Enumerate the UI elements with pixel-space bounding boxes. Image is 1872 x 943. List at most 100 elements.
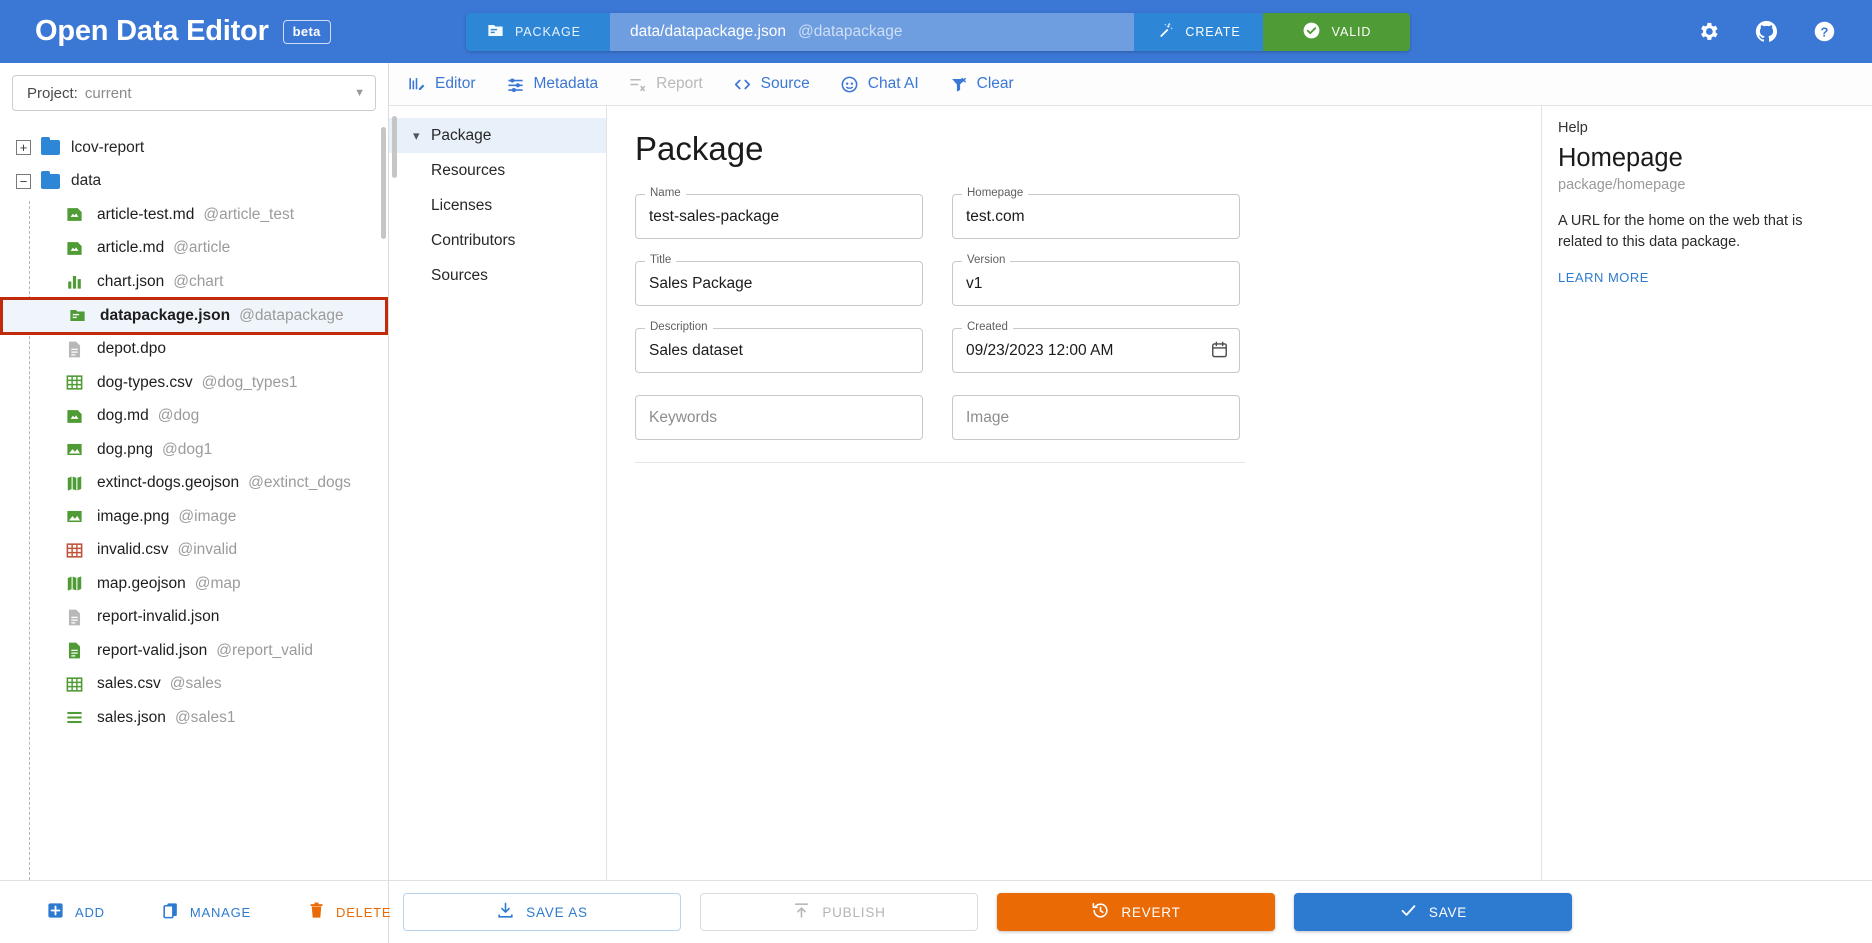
field-name[interactable]: Nametest-sales-package xyxy=(635,194,923,239)
save-button-label: SAVE xyxy=(1429,905,1467,920)
tree-file-name: dog.md xyxy=(97,407,149,425)
field-description[interactable]: DescriptionSales dataset xyxy=(635,328,923,373)
nav-item-label: Sources xyxy=(431,267,488,285)
tree-file-item[interactable]: dog.png@dog1 xyxy=(0,433,388,467)
sidebar-action-add[interactable]: ADD xyxy=(46,901,105,923)
path-field[interactable]: data/datapackage.json @datapackage xyxy=(610,13,1134,51)
nav-item-resources[interactable]: Resources xyxy=(389,153,606,188)
nav-item-label: Package xyxy=(431,127,491,145)
report-icon xyxy=(628,75,647,94)
code-icon xyxy=(733,75,752,94)
file-tree[interactable]: +lcov-report−dataarticle-test.md@article… xyxy=(0,123,388,880)
field-title[interactable]: TitleSales Package xyxy=(635,261,923,306)
copy-icon xyxy=(161,901,180,923)
metadata-nav-pane: ▾PackageResourcesLicensesContributorsSou… xyxy=(389,106,607,880)
project-value: current xyxy=(85,85,132,102)
tree-file-item[interactable]: sales.csv@sales xyxy=(0,668,388,702)
tree-file-item[interactable]: image.png@image xyxy=(0,500,388,534)
toolbar-chat-ai-button[interactable]: Chat AI xyxy=(840,75,919,94)
tree-file-item[interactable]: sales.json@sales1 xyxy=(0,701,388,735)
tree-file-tag: @extinct_dogs xyxy=(248,474,351,492)
field-value: test.com xyxy=(966,194,1025,239)
plus-square-icon xyxy=(46,901,65,923)
field-label: Name xyxy=(645,187,686,199)
folder-icon xyxy=(41,140,60,155)
toolbar-source-button[interactable]: Source xyxy=(733,75,810,94)
tree-file-tag: @dog_types1 xyxy=(202,374,298,392)
tree-file-item[interactable]: map.geojson@map xyxy=(0,567,388,601)
create-button[interactable]: CREATE xyxy=(1134,13,1263,51)
tree-file-item[interactable]: extinct-dogs.geojson@extinct_dogs xyxy=(0,467,388,501)
calendar-icon[interactable] xyxy=(1210,340,1229,364)
tree-file-item[interactable]: article-test.md@article_test xyxy=(0,198,388,232)
toolbar-button-label: Source xyxy=(761,75,810,93)
nav-item-licenses[interactable]: Licenses xyxy=(389,188,606,223)
publish-button[interactable]: PUBLISH xyxy=(700,893,978,931)
table-icon xyxy=(65,541,84,560)
sidebar-action-delete[interactable]: DELETE xyxy=(307,901,391,923)
field-version[interactable]: Versionv1 xyxy=(952,261,1240,306)
tree-file-item[interactable]: dog-types.csv @dog_types1 xyxy=(0,366,388,400)
tree-folder-lcov-report[interactable]: +lcov-report xyxy=(0,131,388,165)
field-label: Homepage xyxy=(962,187,1028,199)
tree-file-item[interactable]: depot.dpo xyxy=(0,333,388,367)
tree-file-item[interactable]: dog.md @dog xyxy=(0,400,388,434)
tree-file-item[interactable]: report-valid.json@report_valid xyxy=(0,634,388,668)
tree-file-item[interactable]: article.md@article xyxy=(0,232,388,266)
nav-pane-scrollbar[interactable] xyxy=(392,116,397,178)
nav-item-contributors[interactable]: Contributors xyxy=(389,223,606,258)
check-icon xyxy=(1399,901,1418,923)
sidebar-action-label: DELETE xyxy=(336,905,391,920)
field-keywords[interactable]: Keywords xyxy=(635,395,923,440)
field-value: v1 xyxy=(966,261,982,306)
tree-file-tag: @datapackage xyxy=(239,307,344,325)
toolbar-metadata-button[interactable]: Metadata xyxy=(506,75,599,94)
tree-file-item[interactable]: datapackage.json@datapackage xyxy=(0,297,388,335)
learn-more-link[interactable]: LEARN MORE xyxy=(1558,270,1846,285)
image-icon xyxy=(65,507,84,526)
nav-item-package[interactable]: ▾Package xyxy=(389,118,606,153)
valid-status-button[interactable]: VALID xyxy=(1263,13,1410,51)
nav-item-sources[interactable]: Sources xyxy=(389,258,606,293)
field-image[interactable]: Image xyxy=(952,395,1240,440)
save-button[interactable]: SAVE xyxy=(1294,893,1572,931)
gear-icon[interactable] xyxy=(1697,20,1720,43)
tree-file-tag: @report_valid xyxy=(216,642,313,660)
toolbar-editor-button[interactable]: Editor xyxy=(407,75,476,94)
collapse-toggle-icon[interactable]: − xyxy=(16,174,31,189)
package-icon xyxy=(486,21,505,43)
project-select[interactable]: Project: current ▼ xyxy=(12,75,376,111)
expand-toggle-icon[interactable]: + xyxy=(16,140,31,155)
saveas-button[interactable]: SAVE AS xyxy=(403,893,681,931)
field-placeholder: Image xyxy=(966,395,1009,440)
trash-icon xyxy=(307,901,326,923)
list-icon xyxy=(65,708,84,727)
map-icon xyxy=(65,574,84,593)
history-icon xyxy=(1091,901,1110,923)
sidebar: Project: current ▼ +lcov-report−dataarti… xyxy=(0,63,389,880)
tree-file-item[interactable]: invalid.csv@invalid xyxy=(0,534,388,568)
table-icon xyxy=(65,373,84,392)
toolbar-clear-button[interactable]: Clear xyxy=(949,75,1014,94)
tree-file-tag: @invalid xyxy=(178,541,238,559)
field-homepage[interactable]: Homepagetest.com xyxy=(952,194,1240,239)
package-form-pane: Package Nametest-sales-packageHomepagete… xyxy=(607,106,1542,880)
tree-file-name: dog-types.csv xyxy=(97,374,193,392)
tree-folder-data[interactable]: −data xyxy=(0,165,388,199)
tree-file-tag: @map xyxy=(195,575,241,593)
chevron-down-icon: ▾ xyxy=(413,128,431,144)
publish-button-label: PUBLISH xyxy=(822,905,885,920)
github-icon[interactable] xyxy=(1754,19,1779,44)
package-type-label: PACKAGE xyxy=(515,25,581,39)
revert-button[interactable]: REVERT xyxy=(997,893,1275,931)
tree-file-tag: @dog xyxy=(158,407,200,425)
tree-file-item[interactable]: chart.json@chart xyxy=(0,265,388,299)
help-circle-icon[interactable]: ? xyxy=(1813,20,1836,43)
help-body: A URL for the home on the web that is re… xyxy=(1558,211,1846,254)
sidebar-action-manage[interactable]: MANAGE xyxy=(161,901,251,923)
field-value: test-sales-package xyxy=(649,194,779,239)
package-type-button[interactable]: PACKAGE xyxy=(466,13,610,51)
field-created[interactable]: Created09/23/2023 12:00 AM xyxy=(952,328,1240,373)
upload-icon xyxy=(792,901,811,923)
tree-file-item[interactable]: report-invalid.json xyxy=(0,601,388,635)
